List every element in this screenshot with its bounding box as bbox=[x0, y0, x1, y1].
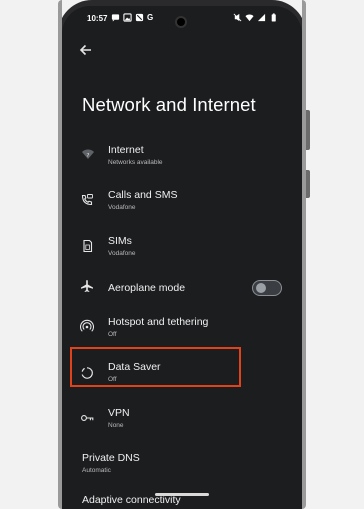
item-subtitle: None bbox=[108, 422, 124, 429]
data-saver-highlight-box bbox=[70, 347, 241, 387]
svg-text:?: ? bbox=[87, 153, 90, 159]
toggle-knob bbox=[256, 283, 266, 293]
item-subtitle: Vodafone bbox=[108, 250, 136, 257]
item-subtitle: Automatic bbox=[82, 467, 111, 474]
hotspot-icon bbox=[80, 319, 94, 332]
battery-icon bbox=[271, 13, 276, 22]
volume-button bbox=[306, 110, 310, 150]
message-icon bbox=[111, 14, 120, 22]
wifi-icon: ? bbox=[82, 149, 94, 159]
notification-icons: G bbox=[111, 13, 156, 22]
wifi-icon bbox=[245, 14, 254, 22]
phone-edge-right bbox=[302, 0, 306, 509]
vpn-key-icon bbox=[81, 415, 94, 421]
front-camera bbox=[175, 16, 187, 28]
list-item-private-dns[interactable]: Private DNS Automatic bbox=[62, 446, 302, 486]
mute-icon bbox=[233, 13, 242, 22]
aeroplane-mode-toggle[interactable] bbox=[252, 280, 282, 296]
status-time: 10:57 bbox=[87, 14, 108, 23]
item-title: Hotspot and tethering bbox=[108, 316, 209, 328]
photo-icon bbox=[123, 13, 132, 22]
list-item-vpn[interactable]: VPN None bbox=[62, 401, 302, 441]
item-title: Calls and SMS bbox=[108, 189, 178, 201]
screen: 10:57 G Network and Internet ? Internet … bbox=[62, 6, 302, 509]
status-bar: 10:57 G bbox=[62, 6, 302, 30]
item-subtitle: Networks available bbox=[108, 159, 163, 166]
power-button bbox=[306, 170, 310, 198]
list-item-hotspot[interactable]: Hotspot and tethering Off bbox=[62, 310, 302, 350]
list-item-internet[interactable]: ? Internet Networks available bbox=[62, 140, 302, 180]
g-icon: G bbox=[147, 13, 154, 22]
sim-card-icon bbox=[83, 239, 93, 253]
back-arrow-icon[interactable] bbox=[78, 42, 94, 58]
item-title: VPN bbox=[108, 407, 130, 419]
item-subtitle: Vodafone bbox=[108, 204, 136, 211]
list-item-sims[interactable]: SIMs Vodafone bbox=[62, 231, 302, 271]
gesture-navigation-bar[interactable] bbox=[155, 493, 209, 496]
airplane-icon bbox=[81, 280, 93, 292]
item-subtitle: Off bbox=[108, 331, 117, 338]
page-title: Network and Internet bbox=[82, 94, 256, 115]
signal-icon bbox=[257, 13, 266, 22]
item-title: Aeroplane mode bbox=[108, 282, 186, 294]
list-item-calls-sms[interactable]: Calls and SMS Vodafone bbox=[62, 185, 302, 225]
list-item-adaptive-connectivity[interactable]: Adaptive connectivity bbox=[62, 488, 302, 509]
calls-sms-icon bbox=[81, 194, 93, 206]
item-title: Internet bbox=[108, 144, 144, 156]
item-title: Private DNS bbox=[82, 452, 140, 464]
item-title: SIMs bbox=[108, 235, 132, 247]
system-icons bbox=[233, 13, 278, 22]
mute-icon bbox=[135, 13, 144, 22]
